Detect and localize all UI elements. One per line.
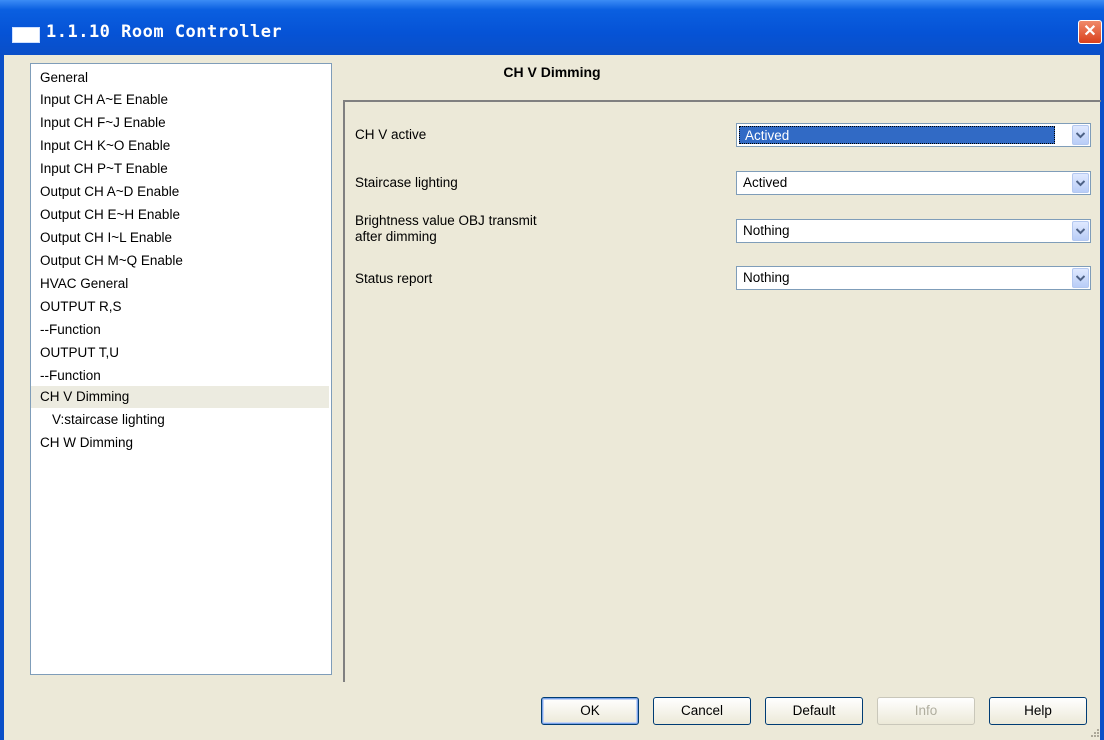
- tree-item-ch-v-dimming[interactable]: CH V Dimming: [31, 386, 329, 408]
- tree-item-output-ch-e-h[interactable]: Output CH E~H Enable: [31, 204, 329, 226]
- close-icon: ✕: [1083, 23, 1097, 40]
- parameter-tree[interactable]: General Input CH A~E Enable Input CH F~J…: [30, 63, 332, 675]
- param-label-status-report: Status report: [355, 271, 433, 286]
- tree-item-ch-w-dimming[interactable]: CH W Dimming: [31, 432, 329, 454]
- status-report-select[interactable]: Nothing: [736, 266, 1091, 290]
- tree-item-output-ch-a-d[interactable]: Output CH A~D Enable: [31, 181, 329, 203]
- chevron-down-icon[interactable]: [1072, 173, 1089, 193]
- tree-item-general[interactable]: General: [31, 67, 329, 89]
- resize-grip-icon[interactable]: [1090, 728, 1100, 738]
- chevron-down-icon[interactable]: [1072, 268, 1089, 288]
- tree-item-function-r-s[interactable]: --Function: [31, 319, 329, 341]
- param-label-staircase-lighting: Staircase lighting: [355, 175, 458, 190]
- status-report-value: Nothing: [743, 270, 790, 285]
- window-title: 1.1.10 Room Controller: [46, 22, 283, 42]
- chevron-down-icon[interactable]: [1072, 221, 1089, 241]
- param-label-brightness-value: Brightness value OBJ transmit after dimm…: [355, 213, 537, 244]
- staircase-lighting-value: Actived: [743, 175, 788, 190]
- info-button: Info: [877, 697, 975, 725]
- cancel-button[interactable]: Cancel: [653, 697, 751, 725]
- tree-item-input-ch-f-j[interactable]: Input CH F~J Enable: [31, 112, 329, 134]
- ok-button[interactable]: OK: [541, 697, 639, 725]
- ch-v-active-value: Actived: [739, 126, 1055, 144]
- page-title: CH V Dimming: [503, 64, 601, 80]
- title-bar[interactable]: 1.1.10 Room Controller ✕: [0, 0, 1104, 55]
- staircase-lighting-select[interactable]: Actived: [736, 171, 1091, 195]
- tree-item-function-t-u[interactable]: --Function: [31, 365, 329, 387]
- param-label-ch-v-active: CH V active: [355, 127, 427, 142]
- window-frame-left: [0, 55, 4, 740]
- default-button[interactable]: Default: [765, 697, 863, 725]
- brightness-value-select[interactable]: Nothing: [736, 219, 1091, 243]
- ch-v-active-select[interactable]: Actived: [736, 123, 1091, 147]
- tree-item-input-ch-a-e[interactable]: Input CH A~E Enable: [31, 89, 329, 111]
- tree-item-input-ch-k-o[interactable]: Input CH K~O Enable: [31, 135, 329, 157]
- help-button[interactable]: Help: [989, 697, 1087, 725]
- tree-item-output-ch-i-l[interactable]: Output CH I~L Enable: [31, 227, 329, 249]
- tree-item-v-staircase-lighting[interactable]: V:staircase lighting: [31, 409, 329, 431]
- close-button[interactable]: ✕: [1078, 20, 1102, 44]
- tree-item-output-ch-m-q[interactable]: Output CH M~Q Enable: [31, 250, 329, 272]
- tree-item-output-r-s[interactable]: OUTPUT R,S: [31, 296, 329, 318]
- tree-item-output-t-u[interactable]: OUTPUT T,U: [31, 342, 329, 364]
- brightness-value-value: Nothing: [743, 223, 790, 238]
- tree-item-hvac-general[interactable]: HVAC General: [31, 273, 329, 295]
- window-icon: [12, 27, 40, 43]
- chevron-down-icon[interactable]: [1072, 125, 1089, 145]
- tree-item-input-ch-p-t[interactable]: Input CH P~T Enable: [31, 158, 329, 180]
